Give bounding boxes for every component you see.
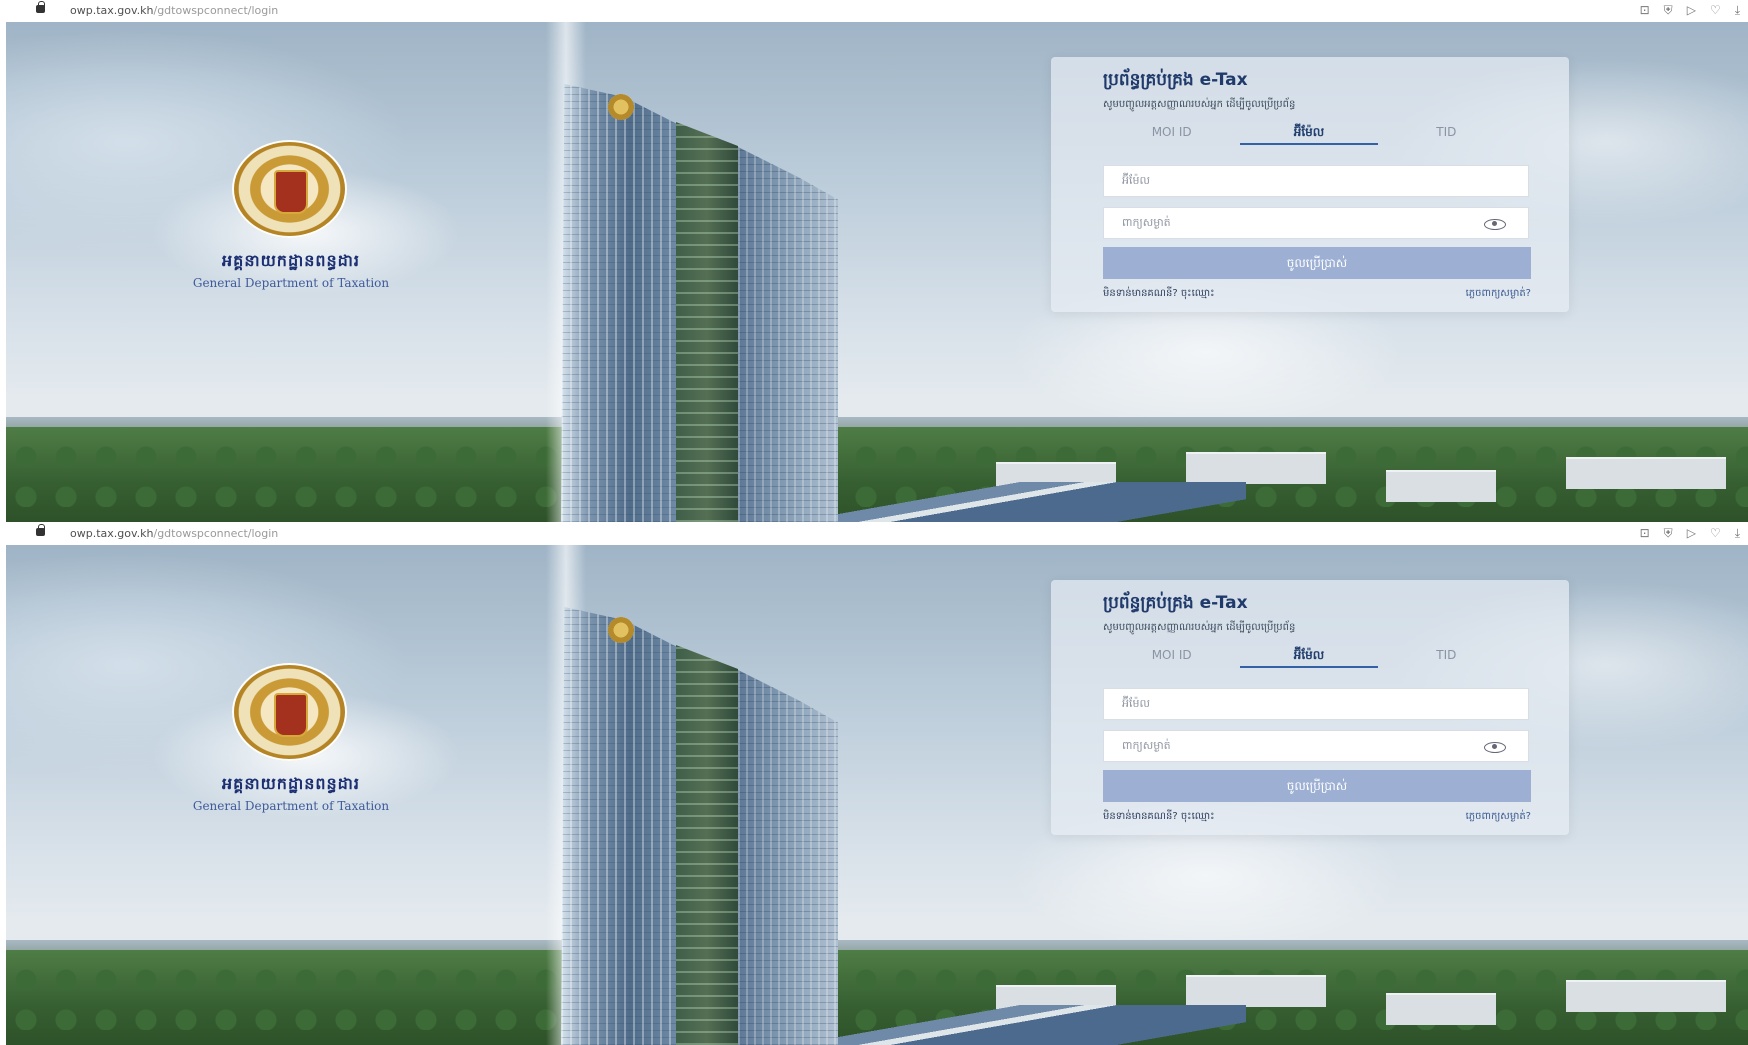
shield-icon[interactable]: ⛨: [1664, 526, 1673, 540]
tab-tid[interactable]: TID: [1378, 646, 1515, 668]
seal-core: [274, 170, 308, 214]
download-icon[interactable]: ⤓: [1735, 3, 1740, 17]
background-scene: អគ្គនាយកដ្ឋានពន្ធដារ General Department …: [6, 545, 1748, 1045]
curved-road: [826, 1005, 1246, 1045]
tower-green-facade: [676, 645, 738, 1045]
brand-name-kh: អគ្គនាយកដ្ឋានពន្ធដារ: [222, 251, 360, 270]
brand-name-en: General Department of Taxation: [192, 276, 390, 290]
password-placeholder: ពាក្យសម្ងាត់: [1122, 739, 1171, 752]
login-tabs: MOI ID អ៊ីម៉ែល TID: [1103, 123, 1515, 145]
tower-front: [561, 84, 676, 522]
download-icon[interactable]: ⤓: [1735, 526, 1740, 540]
email-field[interactable]: អ៊ីម៉ែល: [1103, 165, 1529, 197]
browser-address-bar[interactable]: owp.tax.gov.kh/gdtowspconnect/login ⊡ ⛨ …: [0, 523, 1748, 545]
brand-block: អគ្គនាយកដ្ឋានពន្ធដារ General Department …: [156, 663, 426, 813]
tower-side: [738, 147, 838, 522]
login-button[interactable]: ចូលប្រើប្រាស់: [1103, 770, 1531, 802]
tab-tid[interactable]: TID: [1378, 123, 1515, 145]
tab-moi-id[interactable]: MOI ID: [1103, 646, 1240, 668]
low-building: [1386, 993, 1496, 1025]
login-button[interactable]: ចូលប្រើប្រាស់: [1103, 247, 1531, 279]
send-icon[interactable]: ▷: [1687, 3, 1696, 17]
tab-moi-id[interactable]: MOI ID: [1103, 123, 1240, 145]
gdt-seal-logo: [206, 663, 376, 763]
register-link[interactable]: មិនទាន់មានគណនី? ចុះឈ្មោះ: [1103, 809, 1215, 824]
password-placeholder: ពាក្យសម្ងាត់: [1122, 216, 1171, 229]
heart-icon[interactable]: ♡: [1710, 3, 1721, 17]
brand-name-en: General Department of Taxation: [192, 799, 390, 813]
login-title: ប្រព័ន្ធគ្រប់គ្រង e-Tax: [1103, 593, 1248, 613]
low-building: [1186, 452, 1326, 484]
tower-green-facade: [676, 122, 738, 522]
login-title: ប្រព័ន្ធគ្រប់គ្រង e-Tax: [1103, 70, 1248, 90]
login-tabs: MOI ID អ៊ីម៉ែល TID: [1103, 646, 1515, 668]
low-building: [1386, 470, 1496, 502]
login-description: សូមបញ្ចូលអត្តសញ្ញាណរបស់អ្នក ដើម្បីចូលប្រ…: [1103, 99, 1296, 110]
tab-email[interactable]: អ៊ីម៉ែល: [1240, 646, 1378, 668]
email-field[interactable]: អ៊ីម៉ែល: [1103, 688, 1529, 720]
screenshot-top: owp.tax.gov.kh/gdtowspconnect/login ⊡ ⛨ …: [0, 0, 1748, 522]
tower-emblem-icon: [608, 94, 634, 120]
low-building: [1566, 980, 1726, 1012]
tower-emblem-icon: [608, 617, 634, 643]
forgot-password-link[interactable]: ភ្លេចពាក្យសម្ងាត់?: [1466, 809, 1531, 824]
tower-side: [738, 670, 838, 1045]
eye-icon[interactable]: [1484, 742, 1506, 753]
url-text[interactable]: owp.tax.gov.kh/gdtowspconnect/login: [70, 527, 278, 540]
heart-icon[interactable]: ♡: [1710, 526, 1721, 540]
email-placeholder: អ៊ីម៉ែល: [1122, 697, 1150, 710]
screenshot-icon[interactable]: ⊡: [1640, 526, 1650, 540]
low-building: [1566, 457, 1726, 489]
send-icon[interactable]: ▷: [1687, 526, 1696, 540]
screenshot-icon[interactable]: ⊡: [1640, 3, 1650, 17]
password-field[interactable]: ពាក្យសម្ងាត់: [1103, 207, 1529, 239]
low-building: [1186, 975, 1326, 1007]
browser-toolbar: ⊡ ⛨ ▷ ♡ ⤓: [1640, 526, 1740, 540]
tower-front: [561, 607, 676, 1045]
login-description: សូមបញ្ចូលអត្តសញ្ញាណរបស់អ្នក ដើម្បីចូលប្រ…: [1103, 622, 1296, 633]
browser-address-bar[interactable]: owp.tax.gov.kh/gdtowspconnect/login ⊡ ⛨ …: [0, 0, 1748, 22]
curved-road: [826, 482, 1246, 522]
brand-block: អគ្គនាយកដ្ឋានពន្ធដារ General Department …: [156, 140, 426, 290]
lock-icon: [36, 1, 45, 13]
password-field[interactable]: ពាក្យសម្ងាត់: [1103, 730, 1529, 762]
login-card: ប្រព័ន្ធគ្រប់គ្រង e-Tax សូមបញ្ចូលអត្តសញ្…: [1051, 580, 1569, 835]
url-text[interactable]: owp.tax.gov.kh/gdtowspconnect/login: [70, 4, 278, 17]
background-scene: អគ្គនាយកដ្ឋានពន្ធដារ General Department …: [6, 22, 1748, 522]
login-card: ប្រព័ន្ធគ្រប់គ្រង e-Tax សូមបញ្ចូលអត្តសញ្…: [1051, 57, 1569, 312]
forgot-password-link[interactable]: ភ្លេចពាក្យសម្ងាត់?: [1466, 286, 1531, 301]
gdt-seal-logo: [206, 140, 376, 240]
tab-email[interactable]: អ៊ីម៉ែល: [1240, 123, 1378, 145]
seal-core: [274, 693, 308, 737]
screenshot-bottom: owp.tax.gov.kh/gdtowspconnect/login ⊡ ⛨ …: [0, 523, 1748, 1045]
email-placeholder: អ៊ីម៉ែល: [1122, 174, 1150, 187]
browser-toolbar: ⊡ ⛨ ▷ ♡ ⤓: [1640, 3, 1740, 17]
eye-icon[interactable]: [1484, 219, 1506, 230]
brand-name-kh: អគ្គនាយកដ្ឋានពន្ធដារ: [222, 774, 360, 793]
shield-icon[interactable]: ⛨: [1664, 3, 1673, 17]
register-link[interactable]: មិនទាន់មានគណនី? ចុះឈ្មោះ: [1103, 286, 1215, 301]
lock-icon: [36, 524, 45, 536]
